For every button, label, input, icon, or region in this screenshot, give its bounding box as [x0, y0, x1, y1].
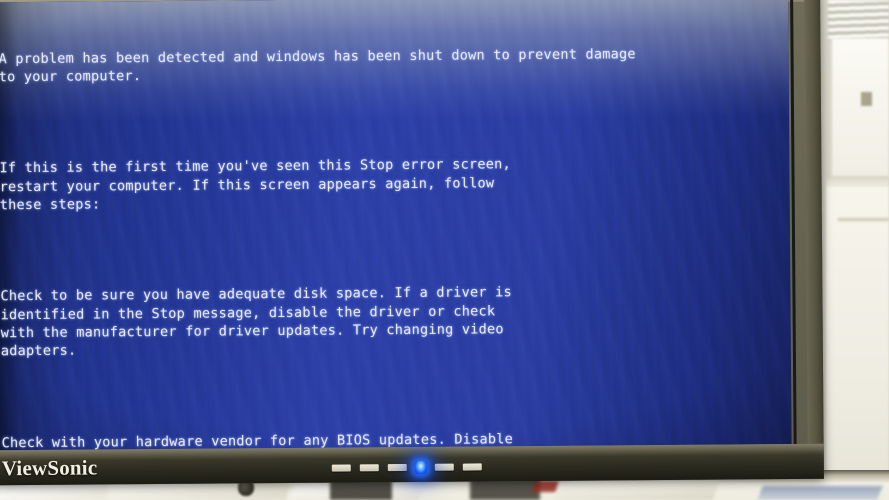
bsod-message-text: A problem has been detected and windows …	[0, 7, 785, 450]
monitor-bottom-bezel: ViewSonic	[0, 443, 824, 486]
viewsonic-logo: ViewSonic	[1, 455, 98, 481]
wall-socket-background	[861, 92, 872, 106]
osd-button-3[interactable]	[387, 464, 407, 472]
osd-button-4[interactable]	[434, 463, 454, 471]
power-led-indicator	[414, 460, 427, 474]
bsod-paragraph-firsttime: If this is the first time you've seen th…	[0, 153, 780, 214]
window-blinds-background	[828, 0, 889, 40]
bsod-paragraph-intro: A problem has been detected and windows …	[0, 44, 779, 87]
monitor-body: A problem has been detected and windows …	[0, 0, 824, 486]
monitor-screen: A problem has been detected and windows …	[0, 0, 792, 451]
wall-panel-background	[832, 38, 889, 178]
osd-button-2[interactable]	[359, 464, 379, 472]
wall-seam-background	[838, 218, 889, 221]
desk-blue-object	[757, 486, 883, 500]
shelf-edge-background	[826, 176, 889, 186]
lower-wall-background	[826, 186, 889, 500]
osd-button-5[interactable]	[462, 463, 482, 471]
osd-button-group	[331, 460, 482, 474]
photograph-of-monitor: A problem has been detected and windows …	[0, 0, 889, 500]
bsod-paragraph-diskspace: Check to be sure you have adequate disk …	[0, 282, 781, 361]
osd-button-1[interactable]	[331, 464, 351, 472]
desk-paper-4	[553, 480, 719, 500]
